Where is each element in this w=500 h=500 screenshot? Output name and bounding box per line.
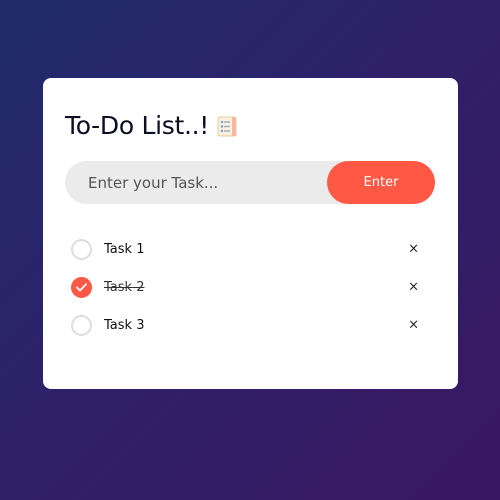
task-label: Task 2 <box>104 279 145 295</box>
title-row: To-Do List..! <box>65 111 237 140</box>
task-list: Task 1 × Task 2 × Task 3 × <box>71 230 433 344</box>
task-input-row: Enter <box>65 160 435 205</box>
task-label: Task 3 <box>104 317 145 333</box>
delete-task-button[interactable]: × <box>404 316 423 335</box>
task-item[interactable]: Task 3 × <box>71 306 433 344</box>
checkbox-icon[interactable] <box>71 314 92 336</box>
delete-task-button[interactable]: × <box>404 240 423 259</box>
task-label: Task 1 <box>104 241 145 257</box>
app-title: To-Do List..! <box>65 111 210 140</box>
task-item[interactable]: Task 1 × <box>71 230 433 268</box>
checkbox-icon[interactable] <box>71 276 92 298</box>
enter-button[interactable]: Enter <box>327 161 435 204</box>
task-input[interactable] <box>65 160 327 205</box>
task-item[interactable]: Task 2 × <box>71 268 433 306</box>
notepad-icon <box>217 116 237 137</box>
delete-task-button[interactable]: × <box>404 278 423 297</box>
checkbox-icon[interactable] <box>71 238 92 260</box>
todo-card: To-Do List..! Enter Task 1 × <box>43 78 458 389</box>
